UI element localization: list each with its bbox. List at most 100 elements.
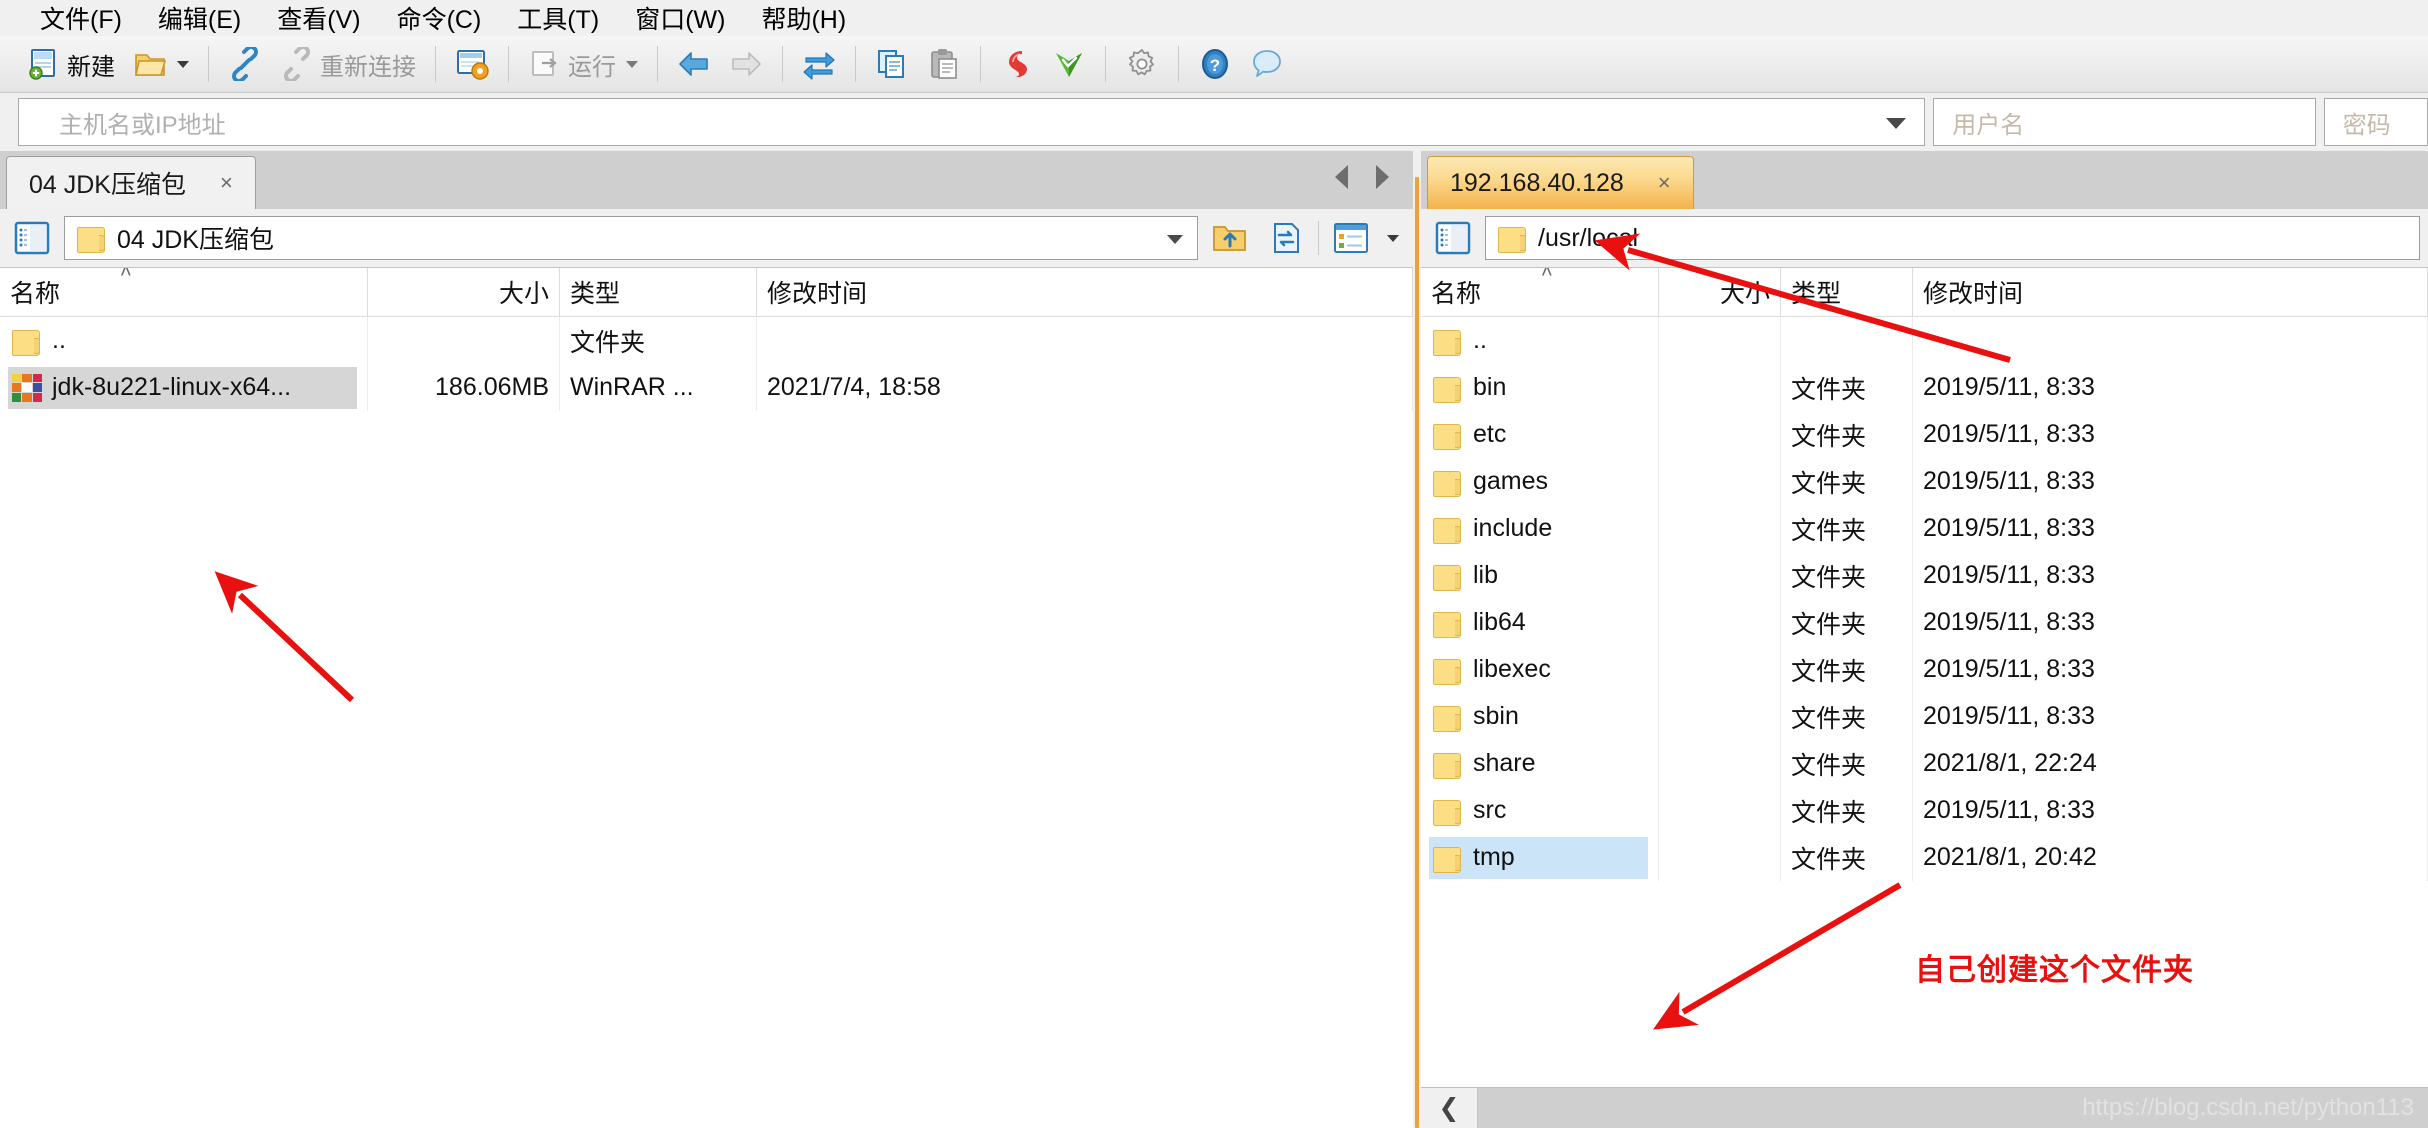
tab-scroll-right-icon[interactable] [1376,165,1389,189]
table-row[interactable]: lib64 文件夹 2019/5/11, 8:33 [1421,599,2428,646]
file-name-cell[interactable]: etc [1429,414,1648,456]
connect-button[interactable] [219,42,271,86]
local-refresh-button[interactable] [1262,215,1310,261]
cell-size [1659,646,1781,693]
file-name-cell[interactable]: tmp [1429,836,1648,879]
username-field[interactable]: 用户名 [1933,98,2316,146]
cell-mtime: 2019/5/11, 8:33 [1913,458,2428,505]
file-name-cell[interactable]: lib [1429,555,1648,597]
column-header-name[interactable]: 名称 ˄ [1421,268,1659,316]
settings-button[interactable] [1116,42,1168,86]
xftp-button[interactable] [1043,42,1095,86]
table-row[interactable]: bin 文件夹 2019/5/11, 8:33 [1421,364,2428,411]
column-header-size[interactable]: 大小 [368,268,560,316]
column-header-size[interactable]: 大小 [1659,268,1781,316]
local-tree-toggle-button[interactable] [8,215,56,261]
sync-transfer-button[interactable] [793,42,845,86]
file-name-cell[interactable]: libexec [1429,649,1648,691]
table-row[interactable]: .. [1421,317,2428,364]
new-session-button[interactable]: 新建 [18,42,124,86]
file-name-cell[interactable]: src [1429,790,1648,832]
local-tab-close-icon[interactable]: × [220,170,233,196]
column-header-mtime[interactable]: 修改时间 [1913,268,2428,316]
file-name-cell[interactable]: sbin [1429,696,1648,738]
remote-address-input[interactable]: /usr/local [1485,216,2420,260]
menu-edit[interactable]: 编辑(E) [140,0,259,38]
table-row[interactable]: etc 文件夹 2019/5/11, 8:33 [1421,411,2428,458]
chevron-down-icon[interactable] [1886,118,1907,129]
cell-name: lib [1421,552,1659,599]
column-header-name[interactable]: 名称 ˄ [0,268,368,316]
paste-button[interactable] [918,42,970,86]
remote-tab[interactable]: 192.168.40.128 × [1427,156,1694,209]
table-row[interactable]: tmp 文件夹 2021/8/1, 20:42 [1421,834,2428,881]
local-file-list[interactable]: 名称 ˄ 大小 类型 修改时间 .. 文件夹 jdk-8u221-linux-x64... 1… [0,267,1413,1128]
remote-tab-close-icon[interactable]: × [1658,170,1671,196]
menu-view[interactable]: 查看(V) [259,0,378,38]
table-row[interactable]: libexec 文件夹 2019/5/11, 8:33 [1421,646,2428,693]
local-up-button[interactable] [1206,215,1254,261]
local-address-input[interactable]: 04 JDK压缩包 [64,216,1198,260]
run-button[interactable]: 运行 [519,42,647,86]
remote-address-row: /usr/local [1421,209,2428,267]
cell-size [1659,411,1781,458]
toolbar-separator-3 [508,46,509,82]
folder-icon [1433,422,1463,450]
back-button[interactable] [668,42,720,86]
cell-name: etc [1421,411,1659,458]
column-header-type[interactable]: 类型 [560,268,757,316]
file-name-cell[interactable]: bin [1429,367,1648,409]
scroll-left-icon[interactable]: ❮ [1421,1088,1478,1128]
run-caret-icon[interactable] [626,60,638,68]
table-row[interactable]: games 文件夹 2019/5/11, 8:33 [1421,458,2428,505]
folder-icon [1433,845,1463,873]
table-row[interactable]: sbin 文件夹 2019/5/11, 8:33 [1421,693,2428,740]
local-tab-label: 04 JDK压缩包 [29,171,186,199]
file-name-cell[interactable]: games [1429,461,1648,503]
feedback-button[interactable] [1241,42,1293,86]
file-name-cell[interactable]: lib64 [1429,602,1648,644]
open-folder-caret-icon[interactable] [177,60,189,68]
pane-splitter[interactable] [1413,151,1421,1128]
reconnect-button[interactable]: 重新连接 [271,42,425,86]
xshell-button[interactable] [991,42,1043,86]
forward-button[interactable] [720,42,772,86]
folder-icon [1433,798,1463,826]
file-name-cell[interactable]: .. [8,320,357,362]
table-row[interactable]: .. 文件夹 [0,317,1413,364]
table-row[interactable]: jdk-8u221-linux-x64... 186.06MB WinRAR ...… [0,364,1413,411]
local-view-mode-caret-icon[interactable] [1387,234,1399,242]
local-tab[interactable]: 04 JDK压缩包 × [6,156,256,209]
table-row[interactable]: include 文件夹 2019/5/11, 8:33 [1421,505,2428,552]
remote-tree-toggle-button[interactable] [1429,215,1477,261]
file-name-cell[interactable]: jdk-8u221-linux-x64... [8,366,357,409]
tab-scroll-left-icon[interactable] [1335,165,1348,189]
copy-button[interactable] [866,42,918,86]
table-row[interactable]: share 文件夹 2021/8/1, 22:24 [1421,740,2428,787]
cell-name: include [1421,505,1659,552]
open-folder-button[interactable] [124,42,198,86]
menu-window[interactable]: 窗口(W) [617,0,743,38]
local-view-mode-button[interactable] [1327,215,1375,261]
table-row[interactable]: src 文件夹 2019/5/11, 8:33 [1421,787,2428,834]
transfer-window-button[interactable] [446,42,498,86]
menu-tools[interactable]: 工具(T) [499,0,617,38]
column-header-mtime[interactable]: 修改时间 [757,268,1413,316]
help-button[interactable]: ? [1189,42,1241,86]
new-session-label: 新建 [67,53,115,81]
column-header-label: 修改时间 [767,280,868,308]
cell-name: lib64 [1421,599,1659,646]
folder-icon [1433,704,1463,732]
cell-size [1659,599,1781,646]
file-name-cell[interactable]: .. [1429,320,1648,362]
password-field[interactable]: 密码 [2323,98,2428,146]
file-name-cell[interactable]: include [1429,508,1648,550]
table-row[interactable]: lib 文件夹 2019/5/11, 8:33 [1421,552,2428,599]
file-name-cell[interactable]: share [1429,743,1648,785]
menu-command[interactable]: 命令(C) [379,0,500,38]
column-header-type[interactable]: 类型 [1781,268,1913,316]
host-field[interactable]: 主机名或IP地址 [18,98,1926,146]
menu-file[interactable]: 文件(F) [22,0,140,38]
menu-help[interactable]: 帮助(H) [743,0,864,38]
local-address-chevron-down-icon[interactable] [1167,235,1183,244]
